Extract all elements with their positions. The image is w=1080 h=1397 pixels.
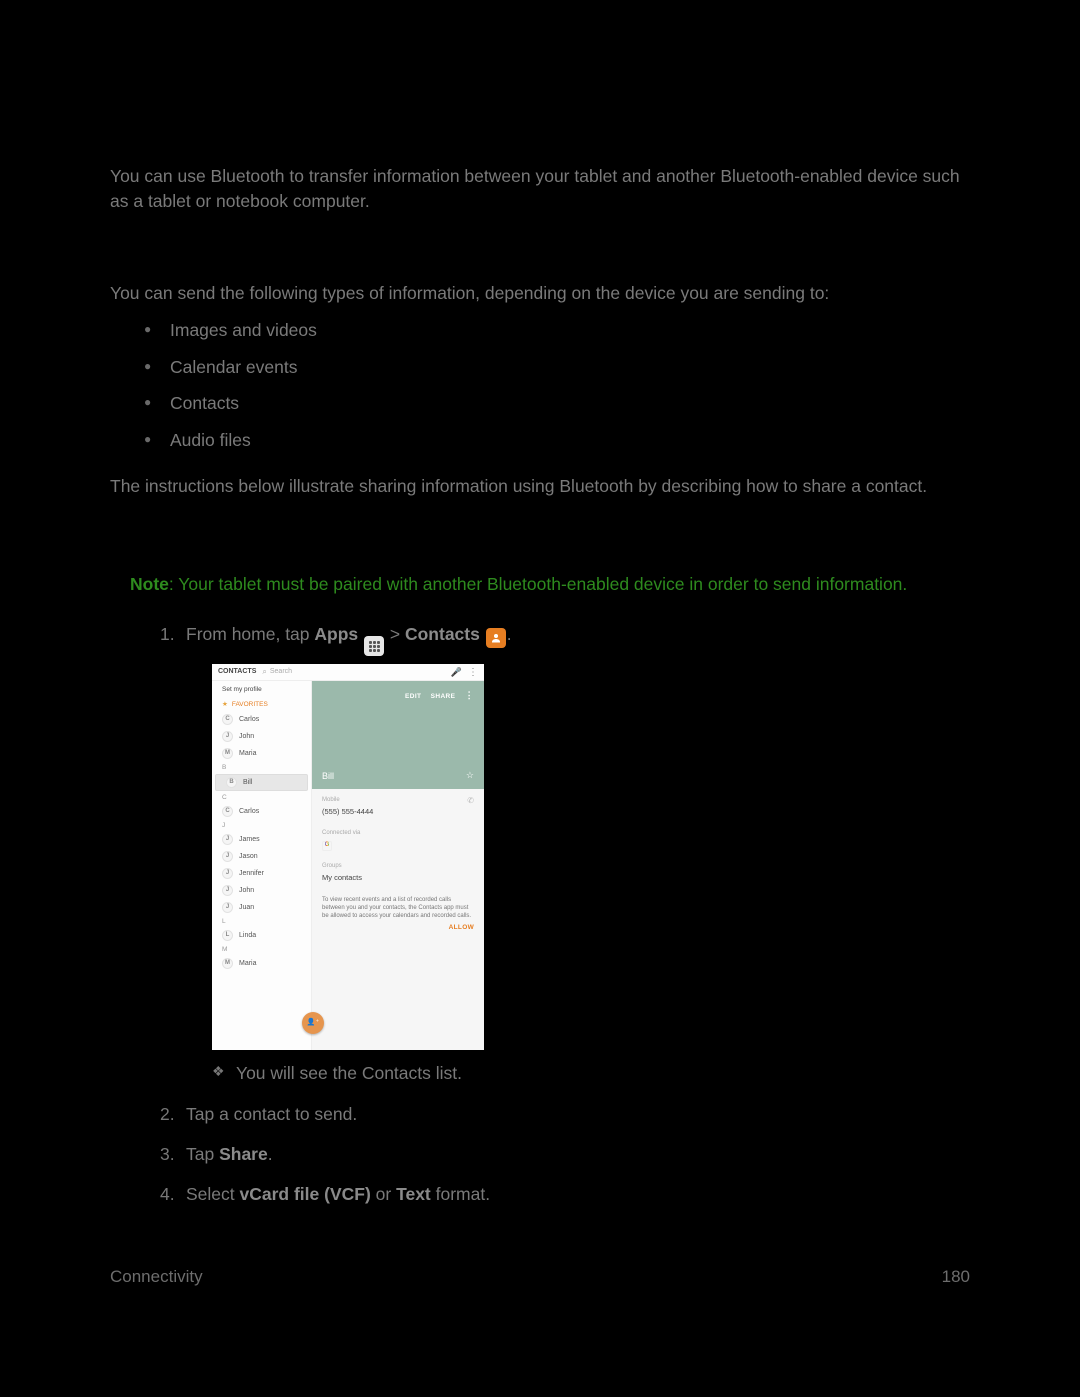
phone-icon: ✆ [467, 795, 474, 807]
document-page: You can use Bluetooth to transfer inform… [0, 0, 1080, 1317]
list-item: MMaria [212, 955, 311, 972]
allow-button: ALLOW [322, 923, 474, 933]
step1-contacts: Contacts [405, 624, 480, 644]
list-item: JJohn [212, 882, 311, 899]
more-icon: ⋮ [465, 690, 474, 700]
contact-name: Bill [322, 770, 334, 784]
list-item: CCarlos [212, 803, 311, 820]
step-item: From home, tap Apps > Contacts . CONTACT… [160, 621, 970, 1087]
list-item: JJason [212, 848, 311, 865]
intro-paragraph: You can use Bluetooth to transfer inform… [110, 164, 970, 215]
step1-pre: From home, tap [186, 624, 314, 644]
connected-block: Connected via G [312, 822, 484, 855]
step1-apps: Apps [314, 624, 358, 644]
subheading-sharecontact [110, 530, 970, 552]
contact-header: EDIT SHARE ⋮ Bill ☆ [312, 681, 484, 789]
send-para: You can send the following types of info… [110, 281, 970, 306]
instruction-paragraph: The instructions below illustrate sharin… [110, 474, 970, 499]
list-item: CCarlos [212, 711, 311, 728]
note-line: Note: Your tablet must be paired with an… [130, 572, 970, 597]
list-item: MMaria [212, 745, 311, 762]
note-prefix: Note [130, 574, 169, 594]
phone-label: Mobile [322, 796, 474, 805]
phone-block: Mobile (555) 555-4444 ✆ [312, 789, 484, 821]
google-icon: G [322, 841, 332, 851]
apps-icon [364, 636, 384, 656]
letter-divider: C [212, 792, 311, 803]
phone-value: (555) 555-4444 [322, 806, 474, 817]
groups-label: Groups [322, 862, 474, 871]
favorites-header: ★FAVORITES [212, 697, 311, 711]
mock-toolbar: CONTACTS ⌕ Search 🎤 ⋮ [212, 664, 484, 681]
list-item: JJohn [212, 728, 311, 745]
step-result: You will see the Contacts list. [212, 1060, 970, 1086]
more-icon: ⋮ [468, 665, 478, 680]
contacts-icon [486, 628, 506, 648]
note-text: : Your tablet must be paired with anothe… [169, 574, 907, 594]
groups-block: Groups My contacts [312, 855, 484, 887]
list-item: Audio files [144, 428, 970, 453]
list-item: Contacts [144, 391, 970, 416]
letter-divider: L [212, 916, 311, 927]
step1-mid: > [390, 624, 405, 644]
share-button: SHARE [431, 693, 456, 700]
contacts-screenshot: CONTACTS ⌕ Search 🎤 ⋮ Set my profile ★FA… [212, 664, 484, 1050]
list-item: JJuan [212, 899, 311, 916]
letter-divider: B [212, 762, 311, 773]
search-icon: ⌕ [262, 666, 266, 678]
list-item: Calendar events [144, 355, 970, 380]
connected-label: Connected via [322, 829, 474, 838]
letter-divider: J [212, 820, 311, 831]
set-my-profile: Set my profile [212, 681, 311, 697]
groups-value: My contacts [322, 872, 474, 883]
step-item: Tap a contact to send. [160, 1101, 970, 1127]
list-item: LLinda [212, 927, 311, 944]
subheading-sendtypes [110, 245, 970, 267]
steps-list: From home, tap Apps > Contacts . CONTACT… [160, 621, 970, 1208]
list-item-selected: BBill [215, 774, 308, 791]
list-item: Images and videos [144, 318, 970, 343]
info-types-list: Images and videos Calendar events Contac… [144, 318, 970, 452]
step-item: Select vCard file (VCF) or Text format. [160, 1181, 970, 1207]
letter-divider: M [212, 944, 311, 955]
list-item: JJennifer [212, 865, 311, 882]
mic-icon: 🎤 [451, 666, 462, 680]
mock-detail-pane: EDIT SHARE ⋮ Bill ☆ Mobile (555) 555-444… [312, 681, 484, 1050]
favorite-star-icon: ☆ [466, 769, 474, 783]
heading-sendinfo [110, 130, 970, 156]
edit-button: EDIT [405, 693, 421, 700]
page-footer: Connectivity 180 [110, 1267, 970, 1287]
mock-contact-list: Set my profile ★FAVORITES CCarlos JJohn … [212, 681, 312, 1050]
step-item: Tap Share. [160, 1141, 970, 1167]
mock-tab-contacts: CONTACTS [218, 667, 256, 678]
footer-page-number: 180 [942, 1267, 970, 1287]
permission-block: To view recent events and a list of reco… [312, 887, 484, 937]
list-item: JJames [212, 831, 311, 848]
permission-text: To view recent events and a list of reco… [322, 896, 474, 920]
footer-section: Connectivity [110, 1267, 203, 1287]
star-icon: ★ [222, 700, 228, 710]
step1-post: . [507, 624, 512, 644]
search-placeholder: Search [270, 667, 292, 678]
